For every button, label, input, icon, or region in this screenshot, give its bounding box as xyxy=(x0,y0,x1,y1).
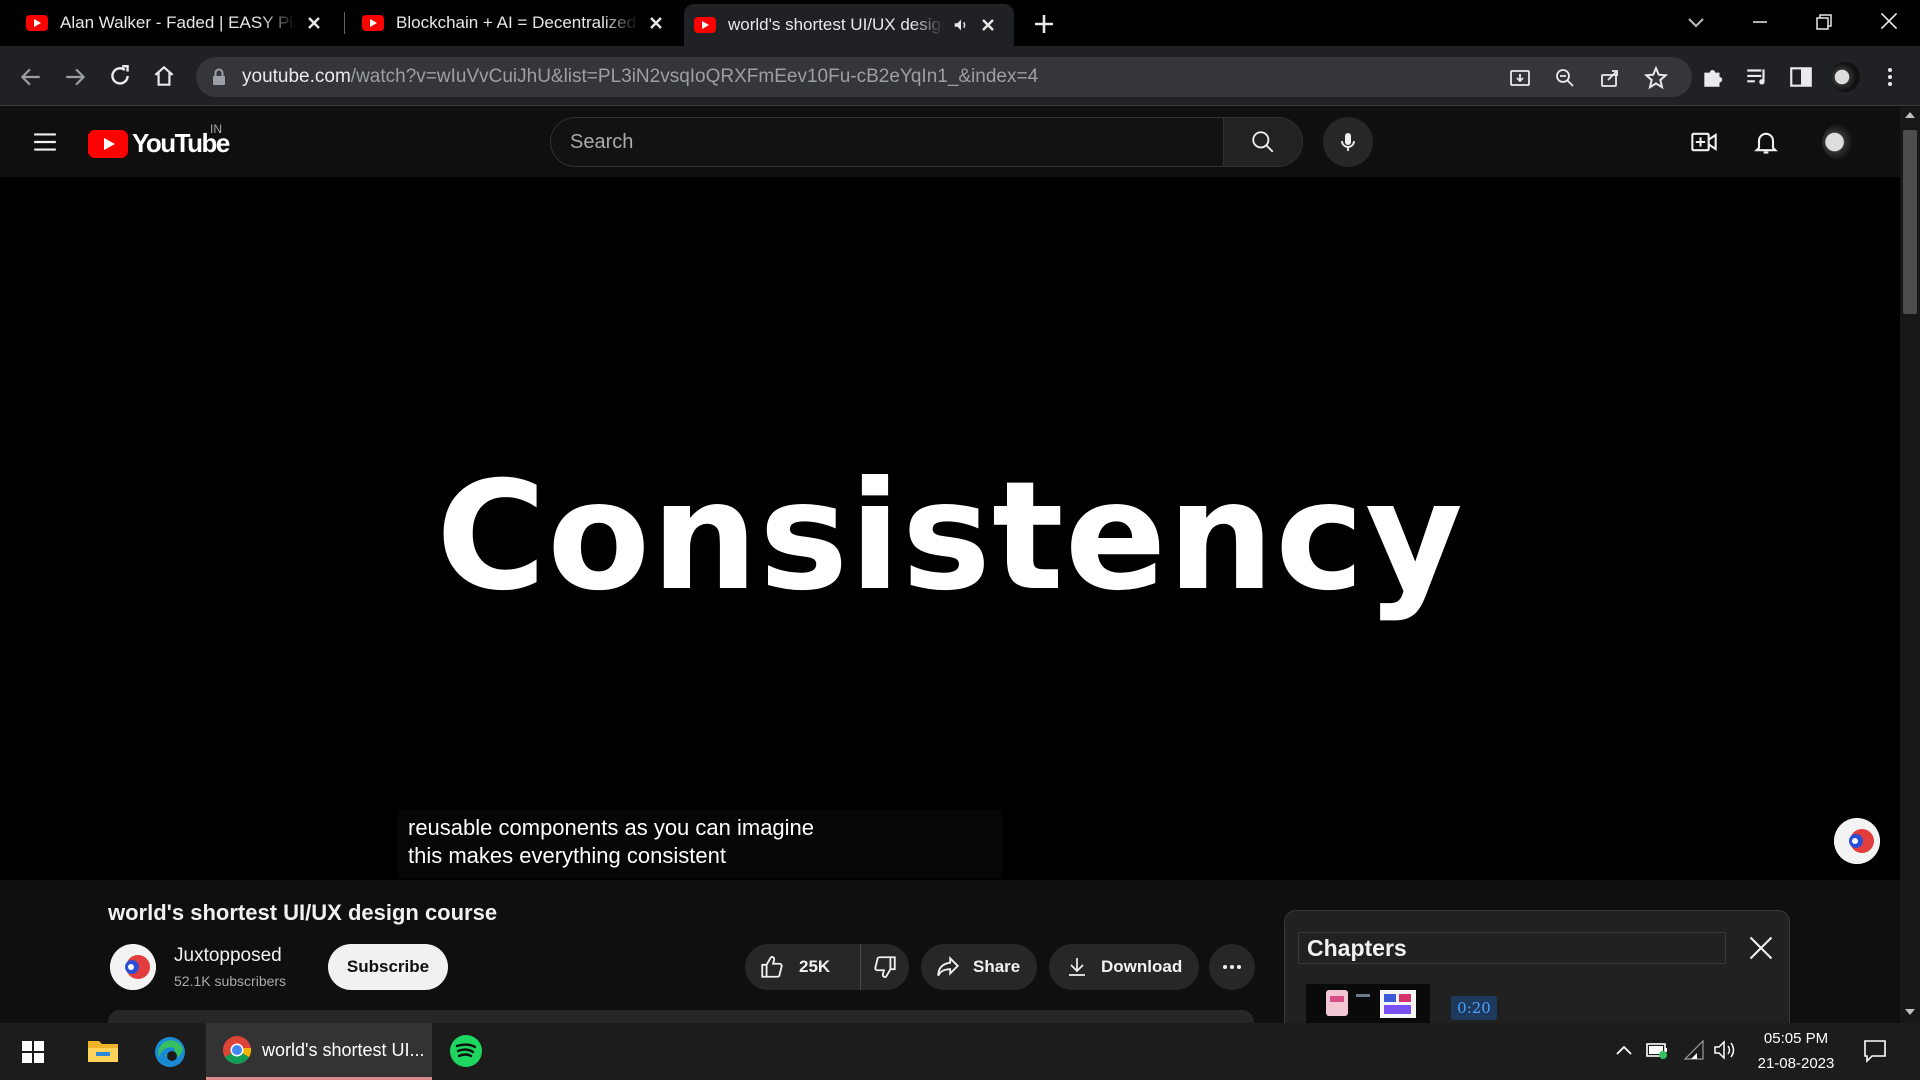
download-button[interactable]: Download xyxy=(1049,944,1199,990)
video-title: world's shortest UI/UX design course xyxy=(108,900,498,925)
search-input[interactable] xyxy=(570,118,1210,166)
tab-blockchain[interactable]: Blockchain + AI = Decentralized AI xyxy=(346,0,682,46)
more-actions-button[interactable] xyxy=(1209,944,1255,990)
caption-line: this makes everything consistent xyxy=(408,843,726,868)
youtube-favicon-icon xyxy=(362,15,384,31)
restore-icon[interactable] xyxy=(1812,10,1836,34)
reload-icon[interactable] xyxy=(107,63,133,89)
chapters-title: Chapters xyxy=(1298,932,1726,964)
close-tab-icon[interactable] xyxy=(978,15,998,35)
spotify-icon[interactable] xyxy=(448,1033,484,1069)
share-button[interactable]: Share xyxy=(921,944,1037,990)
minimize-icon[interactable] xyxy=(1748,10,1772,34)
chapter-thumbnail-image xyxy=(1326,990,1416,1018)
thumbs-up-icon xyxy=(761,956,783,978)
edge-browser-icon[interactable] xyxy=(153,1035,187,1069)
close-window-icon[interactable] xyxy=(1876,8,1902,34)
account-avatar[interactable] xyxy=(1822,124,1858,160)
bookmark-star-icon[interactable] xyxy=(1643,65,1669,91)
media-control-icon[interactable] xyxy=(1744,64,1770,90)
scroll-down-arrow-icon[interactable] xyxy=(1904,1007,1916,1017)
zoom-icon[interactable] xyxy=(1553,66,1577,90)
profile-avatar[interactable] xyxy=(1830,62,1860,92)
taskbar-chrome-window[interactable]: world's shortest UI... xyxy=(206,1023,432,1080)
thumbs-down-icon xyxy=(874,956,896,978)
youtube-logo[interactable]: YouTube xyxy=(88,128,230,159)
chrome-browser-icon xyxy=(223,1036,252,1064)
home-icon[interactable] xyxy=(151,63,177,89)
channel-avatar[interactable] xyxy=(110,944,156,990)
windows-start-icon[interactable] xyxy=(21,1040,45,1064)
channel-logo-icon xyxy=(1834,818,1880,864)
video-caption: reusable components as you can imagine t… xyxy=(398,810,1002,878)
taskbar-chrome-label: world's shortest UI... xyxy=(262,1039,425,1060)
tab-title: world's shortest UI/UX design course xyxy=(728,15,944,34)
region-code: IN xyxy=(210,122,222,136)
taskbar-clock-time[interactable]: 05:05 PM xyxy=(1756,1030,1836,1047)
video-frame-text: Consistency xyxy=(436,450,1464,624)
tab-separator xyxy=(344,12,345,34)
notification-center-icon[interactable] xyxy=(1862,1038,1888,1064)
channel-logo-icon xyxy=(110,944,156,990)
share-label: Share xyxy=(973,957,1021,976)
battery-status-icon[interactable] xyxy=(1645,1039,1671,1061)
close-tab-icon[interactable] xyxy=(646,13,666,33)
download-icon xyxy=(1069,958,1085,976)
more-horizontal-icon xyxy=(1223,965,1241,969)
microphone-icon xyxy=(1341,133,1355,151)
youtube-favicon-icon xyxy=(26,15,48,31)
file-explorer-icon[interactable] xyxy=(86,1036,120,1066)
youtube-play-logo-icon xyxy=(88,129,128,158)
new-tab-icon[interactable] xyxy=(1032,12,1056,36)
install-app-icon[interactable] xyxy=(1508,66,1532,90)
speaker-icon[interactable] xyxy=(952,16,970,34)
search-button[interactable] xyxy=(1223,117,1303,167)
description-box[interactable] xyxy=(108,1010,1254,1024)
side-panel-icon[interactable] xyxy=(1788,64,1814,90)
url-host: youtube.com xyxy=(242,66,351,87)
notifications-bell-icon[interactable] xyxy=(1752,128,1780,156)
share-arrow-icon xyxy=(937,956,960,977)
chapter-timestamp[interactable]: 0:20 xyxy=(1451,996,1497,1020)
voice-search-button[interactable] xyxy=(1323,117,1373,167)
create-video-icon[interactable] xyxy=(1690,128,1718,156)
tab-alan-walker[interactable]: Alan Walker - Faded | EASY Piano xyxy=(0,0,340,46)
close-chapters-icon[interactable] xyxy=(1747,934,1775,962)
subscriber-count: 52.1K subscribers xyxy=(174,973,287,989)
tab-search-chevron-icon[interactable] xyxy=(1684,10,1708,34)
url-path: /watch?v=wIuVvCuiJhU&list=PL3iN2vsqIoQRX… xyxy=(350,66,1039,87)
subscribe-button[interactable]: Subscribe xyxy=(328,944,448,990)
scrollbar-thumb[interactable] xyxy=(1903,130,1917,314)
lock-icon[interactable] xyxy=(210,67,228,87)
dislike-button[interactable] xyxy=(861,944,909,990)
tab-uiux-course[interactable]: world's shortest UI/UX design course xyxy=(684,4,1014,46)
tab-title: Blockchain + AI = Decentralized AI xyxy=(396,13,638,32)
tray-overflow-chevron-icon[interactable] xyxy=(1614,1042,1634,1058)
download-label: Download xyxy=(1101,957,1183,976)
caption-line: reusable components as you can imagine xyxy=(408,815,815,840)
taskbar-clock-date[interactable]: 21-08-2023 xyxy=(1748,1055,1844,1072)
scroll-up-arrow-icon[interactable] xyxy=(1904,110,1916,120)
search-icon xyxy=(1252,131,1274,153)
url-text[interactable]: youtube.com/watch?v=wIuVvCuiJhU&list=PL3… xyxy=(242,66,1038,88)
wifi-icon[interactable] xyxy=(1683,1039,1707,1061)
channel-watermark-avatar[interactable] xyxy=(1834,818,1880,864)
tab-title: Alan Walker - Faded | EASY Piano xyxy=(60,13,296,32)
chapter-thumbnail[interactable] xyxy=(1306,984,1430,1024)
extensions-puzzle-icon[interactable] xyxy=(1700,64,1726,90)
forward-arrow-icon[interactable] xyxy=(62,64,88,90)
like-button[interactable]: 25K xyxy=(745,944,861,990)
chrome-menu-icon[interactable] xyxy=(1878,64,1902,90)
youtube-favicon-icon xyxy=(694,17,716,33)
share-page-icon[interactable] xyxy=(1598,66,1622,90)
like-count: 25K xyxy=(799,957,831,976)
hamburger-menu-icon[interactable] xyxy=(32,129,58,155)
back-arrow-icon[interactable] xyxy=(18,64,44,90)
like-dislike-group: 25K xyxy=(745,944,909,990)
close-tab-icon[interactable] xyxy=(304,13,324,33)
channel-name[interactable]: Juxtopposed xyxy=(174,945,282,967)
volume-icon[interactable] xyxy=(1712,1039,1738,1061)
